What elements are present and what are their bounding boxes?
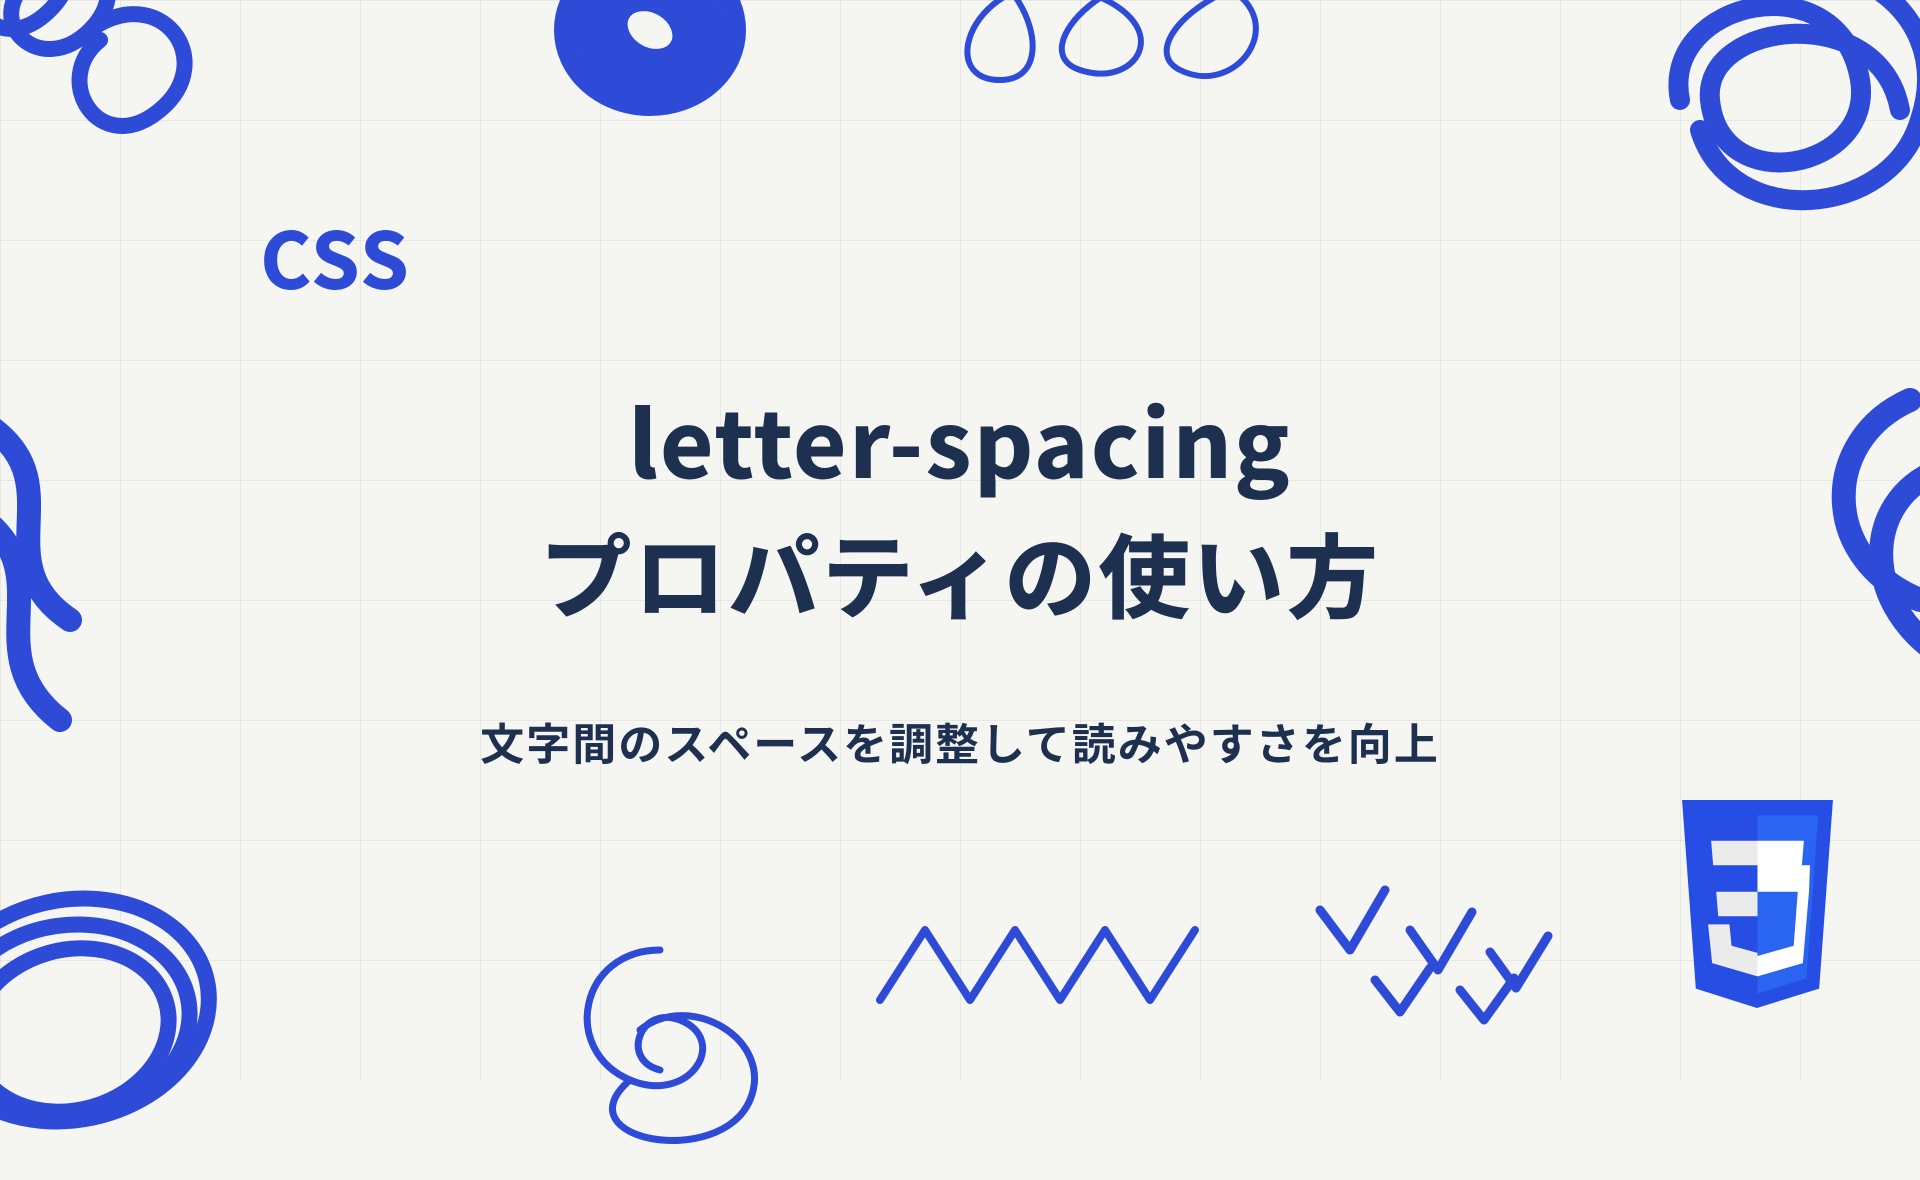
page-title: letter-spacing プロパティの使い方 (0, 372, 1920, 639)
title-line-1: letter-spacing (628, 372, 1292, 505)
main-content: CSS letter-spacing プロパティの使い方 文字間のスペースを調整… (0, 0, 1920, 1080)
title-line-2: プロパティの使い方 (540, 505, 1380, 638)
category-label: CSS (260, 200, 1920, 312)
page-subtitle: 文字間のスペースを調整して読みやすさを向上 (0, 709, 1920, 773)
